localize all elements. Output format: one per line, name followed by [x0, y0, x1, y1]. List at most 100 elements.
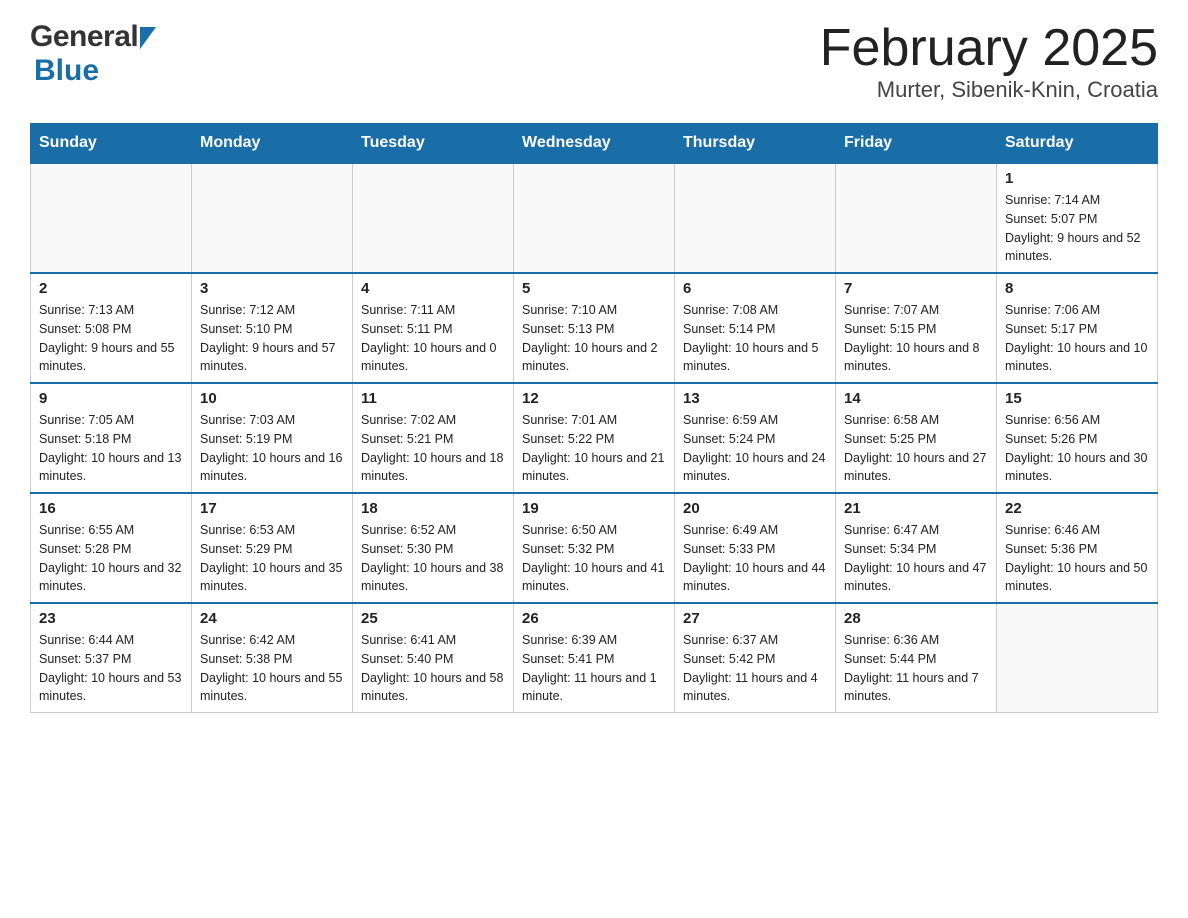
day-number: 16	[39, 500, 183, 517]
calendar-day-cell: 19 Sunrise: 6:50 AM Sunset: 5:32 PM Dayli…	[514, 493, 675, 603]
logo: General Blue	[30, 20, 156, 88]
logo-blue-text: Blue	[34, 54, 99, 87]
calendar-week-row: 16 Sunrise: 6:55 AM Sunset: 5:28 PM Dayli…	[31, 493, 1158, 603]
calendar-body: 1Sunrise: 7:14 AM Sunset: 5:07 PM Daylig…	[31, 163, 1158, 713]
day-info: Sunrise: 7:01 AM Sunset: 5:22 PM Dayligh…	[522, 411, 666, 486]
day-info: Sunrise: 6:55 AM Sunset: 5:28 PM Dayligh…	[39, 521, 183, 596]
day-number: 12	[522, 390, 666, 407]
calendar-day-cell	[31, 163, 192, 273]
day-number: 13	[683, 390, 827, 407]
day-number: 11	[361, 390, 505, 407]
day-number: 28	[844, 610, 988, 627]
calendar-week-row: 23Sunrise: 6:44 AM Sunset: 5:37 PM Dayli…	[31, 603, 1158, 713]
calendar-day-cell: 4 Sunrise: 7:11 AM Sunset: 5:11 PM Daylig…	[353, 273, 514, 383]
day-number: 20	[683, 500, 827, 517]
day-number: 19	[522, 500, 666, 517]
day-number: 14	[844, 390, 988, 407]
calendar-day-cell: 10 Sunrise: 7:03 AM Sunset: 5:19 PM Dayli…	[192, 383, 353, 493]
day-info: Sunrise: 6:37 AM Sunset: 5:42 PM Dayligh…	[683, 631, 827, 706]
calendar-day-cell: 2 Sunrise: 7:13 AM Sunset: 5:08 PM Daylig…	[31, 273, 192, 383]
calendar-day-cell: 18Sunrise: 6:52 AM Sunset: 5:30 PM Dayli…	[353, 493, 514, 603]
day-of-week-header: Tuesday	[353, 124, 514, 164]
page-subtitle: Murter, Sibenik-Knin, Croatia	[820, 77, 1158, 103]
calendar-day-cell: 25Sunrise: 6:41 AM Sunset: 5:40 PM Dayli…	[353, 603, 514, 713]
calendar-day-cell: 7 Sunrise: 7:07 AM Sunset: 5:15 PM Daylig…	[836, 273, 997, 383]
day-info: Sunrise: 7:02 AM Sunset: 5:21 PM Dayligh…	[361, 411, 505, 486]
calendar-day-cell: 6 Sunrise: 7:08 AM Sunset: 5:14 PM Daylig…	[675, 273, 836, 383]
day-number: 21	[844, 500, 988, 517]
day-number: 15	[1005, 390, 1149, 407]
calendar-day-cell: 28 Sunrise: 6:36 AM Sunset: 5:44 PM Dayli…	[836, 603, 997, 713]
day-info: Sunrise: 6:47 AM Sunset: 5:34 PM Dayligh…	[844, 521, 988, 596]
page-title: February 2025	[820, 20, 1158, 77]
day-number: 22	[1005, 500, 1149, 517]
day-info: Sunrise: 6:42 AM Sunset: 5:38 PM Dayligh…	[200, 631, 344, 706]
day-number: 5	[522, 280, 666, 297]
day-number: 17	[200, 500, 344, 517]
day-number: 23	[39, 610, 183, 627]
calendar-day-cell	[997, 603, 1158, 713]
calendar-day-cell: 9 Sunrise: 7:05 AM Sunset: 5:18 PM Daylig…	[31, 383, 192, 493]
days-of-week-row: SundayMondayTuesdayWednesdayThursdayFrid…	[31, 124, 1158, 164]
calendar-day-cell: 24 Sunrise: 6:42 AM Sunset: 5:38 PM Dayli…	[192, 603, 353, 713]
calendar-header: SundayMondayTuesdayWednesdayThursdayFrid…	[31, 124, 1158, 164]
calendar-day-cell: 3Sunrise: 7:12 AM Sunset: 5:10 PM Daylig…	[192, 273, 353, 383]
calendar-day-cell	[675, 163, 836, 273]
day-info: Sunrise: 7:06 AM Sunset: 5:17 PM Dayligh…	[1005, 301, 1149, 376]
calendar-day-cell	[514, 163, 675, 273]
day-of-week-header: Thursday	[675, 124, 836, 164]
day-number: 24	[200, 610, 344, 627]
day-info: Sunrise: 6:46 AM Sunset: 5:36 PM Dayligh…	[1005, 521, 1149, 596]
day-info: Sunrise: 7:10 AM Sunset: 5:13 PM Dayligh…	[522, 301, 666, 376]
day-info: Sunrise: 6:39 AM Sunset: 5:41 PM Dayligh…	[522, 631, 666, 706]
day-number: 6	[683, 280, 827, 297]
day-number: 1	[1005, 170, 1149, 187]
calendar-day-cell: 1Sunrise: 7:14 AM Sunset: 5:07 PM Daylig…	[997, 163, 1158, 273]
day-number: 9	[39, 390, 183, 407]
day-number: 25	[361, 610, 505, 627]
calendar-day-cell: 8Sunrise: 7:06 AM Sunset: 5:17 PM Daylig…	[997, 273, 1158, 383]
day-info: Sunrise: 6:58 AM Sunset: 5:25 PM Dayligh…	[844, 411, 988, 486]
calendar-day-cell: 5 Sunrise: 7:10 AM Sunset: 5:13 PM Daylig…	[514, 273, 675, 383]
day-info: Sunrise: 6:53 AM Sunset: 5:29 PM Dayligh…	[200, 521, 344, 596]
logo-triangle-icon	[140, 27, 156, 49]
day-info: Sunrise: 6:50 AM Sunset: 5:32 PM Dayligh…	[522, 521, 666, 596]
day-info: Sunrise: 7:13 AM Sunset: 5:08 PM Dayligh…	[39, 301, 183, 376]
calendar-day-cell: 21 Sunrise: 6:47 AM Sunset: 5:34 PM Dayli…	[836, 493, 997, 603]
calendar-day-cell: 15 Sunrise: 6:56 AM Sunset: 5:26 PM Dayli…	[997, 383, 1158, 493]
day-of-week-header: Monday	[192, 124, 353, 164]
calendar-week-row: 9 Sunrise: 7:05 AM Sunset: 5:18 PM Daylig…	[31, 383, 1158, 493]
day-of-week-header: Saturday	[997, 124, 1158, 164]
title-block: February 2025 Murter, Sibenik-Knin, Croa…	[820, 20, 1158, 103]
day-info: Sunrise: 7:11 AM Sunset: 5:11 PM Dayligh…	[361, 301, 505, 376]
day-info: Sunrise: 6:59 AM Sunset: 5:24 PM Dayligh…	[683, 411, 827, 486]
calendar-week-row: 2 Sunrise: 7:13 AM Sunset: 5:08 PM Daylig…	[31, 273, 1158, 383]
day-number: 18	[361, 500, 505, 517]
day-info: Sunrise: 7:08 AM Sunset: 5:14 PM Dayligh…	[683, 301, 827, 376]
calendar-day-cell: 12 Sunrise: 7:01 AM Sunset: 5:22 PM Dayli…	[514, 383, 675, 493]
day-info: Sunrise: 6:36 AM Sunset: 5:44 PM Dayligh…	[844, 631, 988, 706]
calendar-day-cell: 16 Sunrise: 6:55 AM Sunset: 5:28 PM Dayli…	[31, 493, 192, 603]
calendar-day-cell	[192, 163, 353, 273]
calendar-week-row: 1Sunrise: 7:14 AM Sunset: 5:07 PM Daylig…	[31, 163, 1158, 273]
calendar-day-cell: 27Sunrise: 6:37 AM Sunset: 5:42 PM Dayli…	[675, 603, 836, 713]
day-number: 26	[522, 610, 666, 627]
day-info: Sunrise: 6:56 AM Sunset: 5:26 PM Dayligh…	[1005, 411, 1149, 486]
day-number: 2	[39, 280, 183, 297]
day-info: Sunrise: 7:03 AM Sunset: 5:19 PM Dayligh…	[200, 411, 344, 486]
day-info: Sunrise: 7:07 AM Sunset: 5:15 PM Dayligh…	[844, 301, 988, 376]
calendar-day-cell: 20Sunrise: 6:49 AM Sunset: 5:33 PM Dayli…	[675, 493, 836, 603]
day-number: 4	[361, 280, 505, 297]
day-info: Sunrise: 7:05 AM Sunset: 5:18 PM Dayligh…	[39, 411, 183, 486]
calendar-day-cell: 22 Sunrise: 6:46 AM Sunset: 5:36 PM Dayli…	[997, 493, 1158, 603]
page-header: General Blue February 2025 Murter, Siben…	[30, 20, 1158, 103]
calendar-day-cell: 26 Sunrise: 6:39 AM Sunset: 5:41 PM Dayli…	[514, 603, 675, 713]
calendar-table: SundayMondayTuesdayWednesdayThursdayFrid…	[30, 123, 1158, 713]
logo-general-text: General	[30, 20, 138, 54]
calendar-day-cell: 13 Sunrise: 6:59 AM Sunset: 5:24 PM Dayli…	[675, 383, 836, 493]
day-number: 10	[200, 390, 344, 407]
calendar-day-cell: 23Sunrise: 6:44 AM Sunset: 5:37 PM Dayli…	[31, 603, 192, 713]
day-number: 7	[844, 280, 988, 297]
calendar-day-cell	[836, 163, 997, 273]
calendar-day-cell: 17 Sunrise: 6:53 AM Sunset: 5:29 PM Dayli…	[192, 493, 353, 603]
